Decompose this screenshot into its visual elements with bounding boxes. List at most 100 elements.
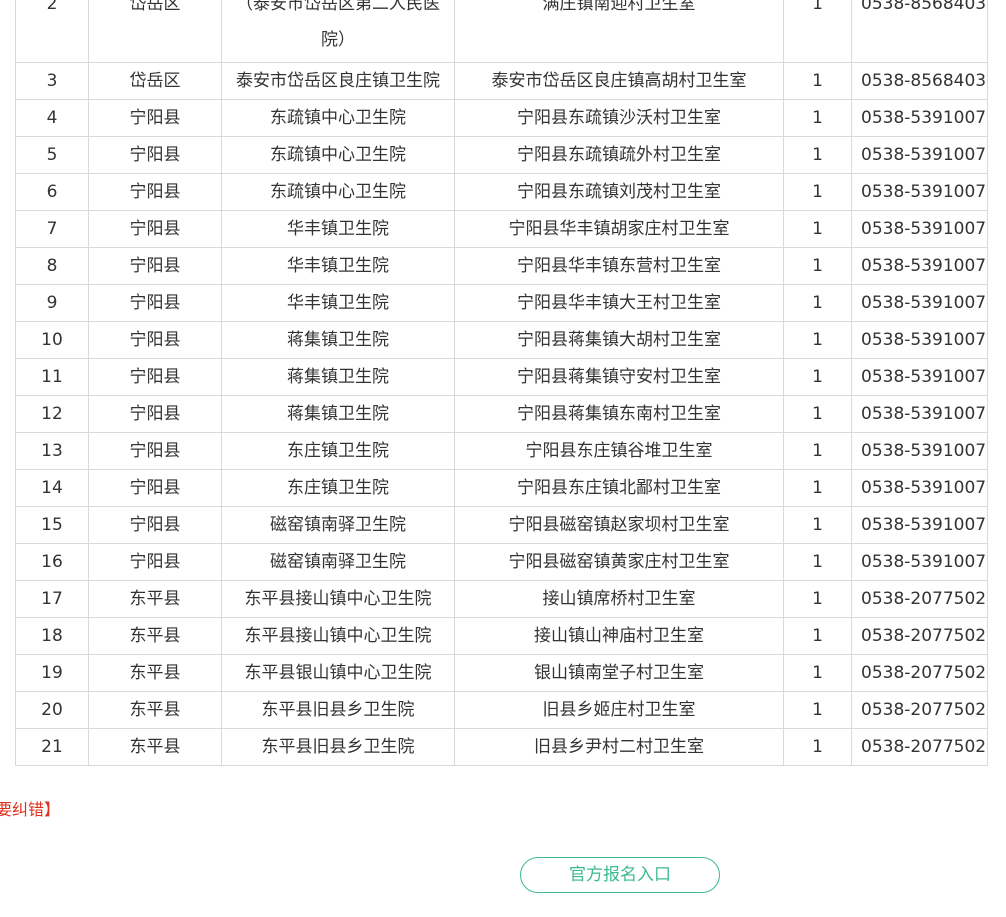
cell-count: 1 xyxy=(783,321,852,359)
cell-count: 1 xyxy=(783,284,852,322)
cell-county: 宁阳县 xyxy=(88,210,222,248)
cell-clinic: 宁阳县东疏镇疏外村卫生室 xyxy=(454,136,784,174)
cell-clinic: 满庄镇南迎村卫生室 xyxy=(454,0,784,63)
cell-phone: 0538-5391007 xyxy=(851,136,988,174)
table-row: 8 宁阳县 华丰镇卫生院 宁阳县华丰镇东营村卫生室 1 0538-5391007 xyxy=(15,247,988,285)
cell-count: 1 xyxy=(783,173,852,211)
cell-clinic: 宁阳县华丰镇胡家庄村卫生室 xyxy=(454,210,784,248)
cell-phone: 0538-2077502 xyxy=(851,728,988,766)
cell-clinic: 宁阳县蒋集镇大胡村卫生室 xyxy=(454,321,784,359)
cell-hospital: 东平县旧县乡卫生院 xyxy=(221,728,455,766)
table-row: 5 宁阳县 东疏镇中心卫生院 宁阳县东疏镇疏外村卫生室 1 0538-5391007 xyxy=(15,136,988,174)
cell-phone: 0538-8568403 xyxy=(851,62,988,100)
cell-hospital: 华丰镇卫生院 xyxy=(221,210,455,248)
cell-clinic: 宁阳县东疏镇刘茂村卫生室 xyxy=(454,173,784,211)
cell-clinic: 泰安市岱岳区良庄镇高胡村卫生室 xyxy=(454,62,784,100)
cell-count: 1 xyxy=(783,543,852,581)
cell-hospital: 东庄镇卫生院 xyxy=(221,432,455,470)
table-row: 20 东平县 东平县旧县乡卫生院 旧县乡姬庄村卫生室 1 0538-2077502 xyxy=(15,691,988,729)
cell-phone: 0538-5391007 xyxy=(851,99,988,137)
cell-phone: 0538-5391007 xyxy=(851,321,988,359)
cell-number: 9 xyxy=(15,284,89,322)
correction-link[interactable]: 要纠错】 xyxy=(0,800,60,820)
cell-county: 宁阳县 xyxy=(88,432,222,470)
table-row: 21 东平县 东平县旧县乡卫生院 旧县乡尹村二村卫生室 1 0538-2077502 xyxy=(15,728,988,766)
cell-county: 宁阳县 xyxy=(88,395,222,433)
cell-number: 8 xyxy=(15,247,89,285)
cell-clinic: 接山镇山神庙村卫生室 xyxy=(454,617,784,655)
table-row: 15 宁阳县 磁窑镇南驿卫生院 宁阳县磁窑镇赵家坝村卫生室 1 0538-5391007 xyxy=(15,506,988,544)
cell-county: 宁阳县 xyxy=(88,99,222,137)
cell-hospital: 东平县银山镇中心卫生院 xyxy=(221,654,455,692)
table-row: 12 宁阳县 蒋集镇卫生院 宁阳县蒋集镇东南村卫生室 1 0538-5391007 xyxy=(15,395,988,433)
cell-county: 宁阳县 xyxy=(88,321,222,359)
table-body: 2 岱岳区 （泰安市岱岳区第二人民医院） 满庄镇南迎村卫生室 1 0538-8568403… xyxy=(15,0,988,766)
cell-count: 1 xyxy=(783,0,852,63)
cell-hospital: 东庄镇卫生院 xyxy=(221,469,455,507)
cell-number: 4 xyxy=(15,99,89,137)
cell-count: 1 xyxy=(783,99,852,137)
cell-county: 东平县 xyxy=(88,654,222,692)
table-row: 4 宁阳县 东疏镇中心卫生院 宁阳县东疏镇沙沃村卫生室 1 0538-5391007 xyxy=(15,99,988,137)
cell-phone: 0538-2077502 xyxy=(851,617,988,655)
cell-count: 1 xyxy=(783,62,852,100)
table-row: 11 宁阳县 蒋集镇卫生院 宁阳县蒋集镇守安村卫生室 1 0538-5391007 xyxy=(15,358,988,396)
cell-count: 1 xyxy=(783,210,852,248)
cell-count: 1 xyxy=(783,358,852,396)
cell-phone: 0538-5391007 xyxy=(851,358,988,396)
cell-hospital: 蒋集镇卫生院 xyxy=(221,321,455,359)
cell-number: 6 xyxy=(15,173,89,211)
cell-phone: 0538-5391007 xyxy=(851,543,988,581)
cell-county: 宁阳县 xyxy=(88,247,222,285)
table-row: 10 宁阳县 蒋集镇卫生院 宁阳县蒋集镇大胡村卫生室 1 0538-5391007 xyxy=(15,321,988,359)
cell-county: 宁阳县 xyxy=(88,136,222,174)
cell-hospital: （泰安市岱岳区第二人民医院） xyxy=(221,0,455,63)
cell-number: 7 xyxy=(15,210,89,248)
cell-phone: 0538-5391007 xyxy=(851,173,988,211)
cell-count: 1 xyxy=(783,247,852,285)
cell-number: 17 xyxy=(15,580,89,618)
cell-hospital: 东平县旧县乡卫生院 xyxy=(221,691,455,729)
cell-number: 3 xyxy=(15,62,89,100)
table-row: 17 东平县 东平县接山镇中心卫生院 接山镇席桥村卫生室 1 0538-2077502 xyxy=(15,580,988,618)
cell-clinic-text: 满庄镇南迎村卫生室 xyxy=(542,0,696,14)
cell-clinic: 旧县乡尹村二村卫生室 xyxy=(454,728,784,766)
cell-hospital: 磁窑镇南驿卫生院 xyxy=(221,506,455,544)
cell-phone: 0538-5391007 xyxy=(851,506,988,544)
official-registration-button[interactable]: 官方报名入口 xyxy=(520,857,720,893)
cell-number: 16 xyxy=(15,543,89,581)
cell-hospital: 华丰镇卫生院 xyxy=(221,247,455,285)
cell-count: 1 xyxy=(783,728,852,766)
cell-county: 东平县 xyxy=(88,728,222,766)
cell-count: 1 xyxy=(783,654,852,692)
cell-count: 1 xyxy=(783,432,852,470)
cell-county: 东平县 xyxy=(88,580,222,618)
cell-county: 东平县 xyxy=(88,617,222,655)
cell-hospital: 东平县接山镇中心卫生院 xyxy=(221,617,455,655)
cell-count: 1 xyxy=(783,691,852,729)
table-row: 19 东平县 东平县银山镇中心卫生院 银山镇南堂子村卫生室 1 0538-2077502 xyxy=(15,654,988,692)
cell-county-text: 岱岳区 xyxy=(129,0,181,14)
cell-count: 1 xyxy=(783,506,852,544)
cell-phone: 0538-5391007 xyxy=(851,395,988,433)
cell-count: 1 xyxy=(783,617,852,655)
cell-number: 11 xyxy=(15,358,89,396)
table-row: 14 宁阳县 东庄镇卫生院 宁阳县东庄镇北鄙村卫生室 1 0538-5391007 xyxy=(15,469,988,507)
cell-phone: 0538-8568403 xyxy=(851,0,988,63)
cell-number: 18 xyxy=(15,617,89,655)
cell-clinic: 宁阳县东庄镇北鄙村卫生室 xyxy=(454,469,784,507)
cell-number: 2 xyxy=(15,0,89,63)
cell-hospital: 东疏镇中心卫生院 xyxy=(221,173,455,211)
cell-phone: 0538-2077502 xyxy=(851,580,988,618)
table-row: 16 宁阳县 磁窑镇南驿卫生院 宁阳县磁窑镇黄家庄村卫生室 1 0538-5391007 xyxy=(15,543,988,581)
cell-hospital: 蒋集镇卫生院 xyxy=(221,395,455,433)
cell-county: 东平县 xyxy=(88,691,222,729)
cell-phone: 0538-5391007 xyxy=(851,247,988,285)
cell-hospital: 磁窑镇南驿卫生院 xyxy=(221,543,455,581)
cell-count: 1 xyxy=(783,469,852,507)
cell-county: 宁阳县 xyxy=(88,469,222,507)
cell-phone: 0538-2077502 xyxy=(851,654,988,692)
cell-number: 14 xyxy=(15,469,89,507)
cell-clinic: 宁阳县东庄镇谷堆卫生室 xyxy=(454,432,784,470)
cell-hospital: 东疏镇中心卫生院 xyxy=(221,136,455,174)
